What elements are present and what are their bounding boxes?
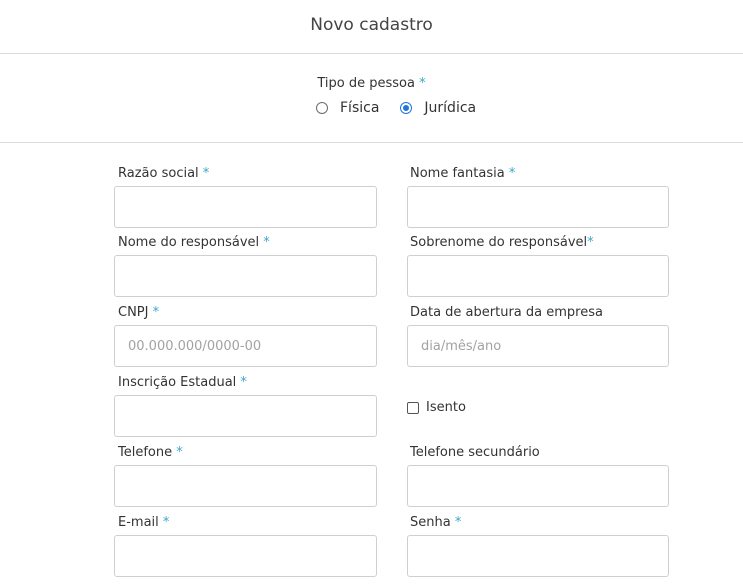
email-label: E-mail * [118, 515, 170, 530]
radio-fisica[interactable] [316, 102, 328, 114]
isento-label[interactable]: Isento [426, 400, 466, 415]
senha-label: Senha * [410, 515, 462, 530]
page-header: Novo cadastro [0, 0, 743, 54]
cnpj-label: CNPJ * [118, 305, 160, 320]
isento-checkbox-group: Isento [407, 400, 466, 415]
telefone-secundario-input[interactable] [407, 465, 669, 507]
sobrenome-responsavel-input[interactable] [407, 255, 669, 297]
isento-checkbox[interactable] [407, 401, 419, 414]
data-abertura-label: Data de abertura da empresa [410, 305, 603, 320]
page-title: Novo cadastro [310, 14, 433, 35]
radio-fisica-label[interactable]: Física [340, 100, 379, 116]
sobrenome-responsavel-label: Sobrenome do responsável* [410, 235, 594, 250]
telefone-input[interactable] [114, 465, 377, 507]
email-input[interactable] [114, 535, 377, 577]
nome-responsavel-input[interactable] [114, 255, 377, 297]
telefone-label: Telefone * [118, 445, 183, 460]
person-type-radio-group: Física Jurídica [316, 100, 476, 116]
razao-social-label: Razão social * [118, 166, 210, 181]
person-type-section: Tipo de pessoa * Física Jurídica [0, 54, 743, 143]
inscricao-estadual-input[interactable] [114, 395, 377, 437]
required-mark: * [419, 76, 426, 91]
senha-input[interactable] [407, 535, 669, 577]
radio-juridica[interactable] [400, 102, 413, 114]
cnpj-input[interactable] [114, 325, 377, 367]
nome-fantasia-label: Nome fantasia * [410, 166, 516, 181]
data-abertura-input[interactable] [407, 325, 669, 367]
telefone-secundario-label: Telefone secundário [410, 445, 540, 460]
inscricao-estadual-label: Inscrição Estadual * [118, 375, 247, 390]
nome-responsavel-label: Nome do responsável * [118, 235, 270, 250]
razao-social-input[interactable] [114, 186, 377, 228]
radio-juridica-label[interactable]: Jurídica [424, 100, 476, 116]
person-type-label: Tipo de pessoa * [317, 76, 426, 91]
nome-fantasia-input[interactable] [407, 186, 669, 228]
